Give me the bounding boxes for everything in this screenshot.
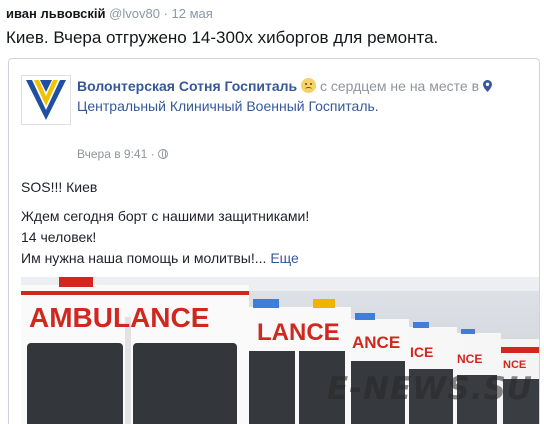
site-watermark: E-NEWS.SU [327,371,533,407]
tweet-text: Киев. Вчера отгружено 14-300х хиборгов д… [6,28,439,47]
post-line: SOS!!! Киев [21,179,98,195]
post-body: SOS!!! Киев Ждем сегодня борт с нашими з… [21,177,309,269]
emoji-sad-icon [301,78,317,93]
post-photo[interactable]: AMBULANCE LANCE ANCE ICE NCE NCE E-NEWS.… [21,277,539,424]
see-more-link[interactable]: Еще [270,250,299,266]
post-line: Им нужна наша помощь и молитвы!... Еще [21,248,309,269]
tweet-separator: · [163,6,168,21]
post-line: Ждем сегодня борт с нашими защитниками! [21,208,310,224]
van-label: AMBULANCE [29,302,209,333]
van-label: NCE [457,352,482,366]
van-label: NCE [503,359,526,371]
tweet-header: иван львовскiй @lvov80 · 12 мая [6,6,213,21]
van-label: LANCE [257,319,340,346]
page-avatar[interactable] [21,75,71,125]
post-line: 14 человек! [21,229,97,245]
location-pin-icon [482,80,492,92]
post-line-text: Им нужна наша помощь и молитвы!... [21,250,267,266]
globe-icon [157,149,168,159]
van-label: ANCE [352,333,400,352]
ambulance-van-3 [347,313,409,424]
van-label: ICE [410,344,433,360]
embedded-facebook-post[interactable]: Волонтерская Сотня Госпиталь с сердцем н… [8,58,540,424]
tweet-author-handle[interactable]: @lvov80 [109,6,160,21]
post-header: Волонтерская Сотня Госпиталь с сердцем н… [77,76,517,116]
tweet-author-name[interactable]: иван львовскiй [6,6,106,21]
location-link[interactable]: Центральный Клиничный Военный Госпиталь. [77,98,379,114]
meta-separator: · [150,147,155,161]
ambulance-van-1 [21,277,249,424]
post-meta: Вчера в 9:41 · [77,147,168,161]
tweet-date[interactable]: 12 мая [172,6,213,21]
feeling-text: с сердцем не на месте в [319,78,480,94]
post-timestamp[interactable]: Вчера в 9:41 [77,147,147,161]
page-name-link[interactable]: Волонтерская Сотня Госпиталь [77,78,297,94]
volunteer-hundred-logo [22,76,70,124]
